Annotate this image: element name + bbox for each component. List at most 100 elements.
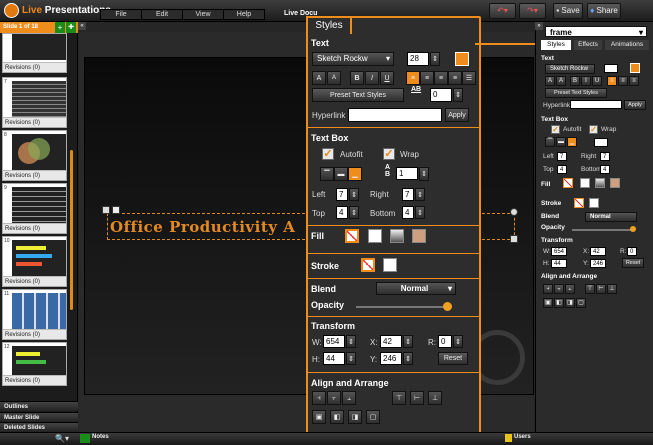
styles-panel-tab[interactable]: Styles — [306, 16, 352, 34]
selection-handle[interactable] — [102, 206, 110, 214]
rp-align-center-icon[interactable]: ⫟ — [554, 284, 564, 294]
revisions-link[interactable]: Revisions (0) — [3, 375, 66, 385]
outlines-section[interactable]: Outlines — [0, 401, 78, 411]
wrap-checkbox[interactable]: ✓ — [383, 148, 395, 160]
rp-bring-forward-icon[interactable]: ◧ — [554, 298, 564, 308]
width-input[interactable]: 654 — [323, 335, 345, 348]
collapse-left-icon[interactable]: « — [78, 22, 86, 30]
rp-send-back-icon[interactable]: ▢ — [576, 298, 586, 308]
align-bottom-icon[interactable]: ⊥ — [428, 391, 442, 405]
revisions-link[interactable]: Revisions (0) — [3, 170, 66, 180]
rp-preset-text-styles-button[interactable]: Preset Text Styles — [545, 88, 607, 98]
slide-thumbnail[interactable]: Revisions (0) — [2, 33, 67, 73]
rp-font-size-input[interactable] — [604, 64, 618, 73]
slide-options-icon[interactable]: ✚ — [66, 22, 76, 33]
rotation-stepper[interactable]: ⇕ — [453, 335, 463, 348]
font-family-select[interactable]: Sketch Rockw ▾ — [312, 52, 394, 66]
tab-effects[interactable]: Effects — [574, 40, 602, 50]
valign-bottom-button[interactable]: ▁ — [348, 167, 362, 181]
rp-wrap-checkbox[interactable]: ✓ — [589, 125, 598, 134]
slide-thumbnail[interactable]: 10 Revisions (0) — [2, 236, 67, 287]
rp-bold-button[interactable]: B — [570, 76, 580, 86]
master-slide-section[interactable]: Master Slide — [0, 412, 78, 422]
italic-button[interactable]: I — [365, 71, 379, 85]
columns-stepper[interactable]: ⇕ — [419, 167, 429, 181]
rp-bring-front-icon[interactable]: ▣ — [543, 298, 553, 308]
menu-help[interactable]: Help — [223, 9, 265, 20]
redo-button[interactable]: ↷▾ — [519, 3, 546, 19]
align-middle-icon[interactable]: ⊢ — [410, 391, 424, 405]
selection-handle[interactable] — [112, 206, 120, 214]
reset-transform-button[interactable]: Reset — [438, 352, 468, 365]
rp-stroke-color-swatch[interactable] — [589, 198, 599, 208]
add-slide-icon[interactable]: + — [55, 22, 65, 33]
tab-styles[interactable]: Styles — [541, 40, 571, 50]
preset-text-styles-button[interactable]: Preset Text Styles — [312, 88, 404, 102]
zoom-icon[interactable]: 🔍▾ — [55, 434, 69, 443]
left-margin-stepper[interactable]: ⇕ — [349, 188, 359, 201]
width-stepper[interactable]: ⇕ — [346, 335, 356, 348]
top-margin-stepper[interactable]: ⇕ — [349, 206, 359, 219]
rp-valign-middle-button[interactable]: ▬ — [556, 137, 566, 147]
rp-align-bottom-icon[interactable]: ⊥ — [607, 284, 617, 294]
users-toggle[interactable]: Users — [514, 434, 531, 440]
slide-thumbnail[interactable]: 8 Revisions (0) — [2, 130, 67, 181]
rp-shrink-font-button[interactable]: A — [556, 76, 566, 86]
rp-no-fill-swatch[interactable] — [563, 178, 573, 188]
stroke-color-swatch[interactable] — [383, 258, 397, 272]
y-stepper[interactable]: ⇕ — [403, 352, 413, 365]
bottom-margin-stepper[interactable]: ⇕ — [415, 206, 425, 219]
rp-y-input[interactable]: 246 — [590, 259, 606, 268]
x-input[interactable]: 42 — [380, 335, 402, 348]
height-input[interactable]: 44 — [323, 352, 345, 365]
menu-view[interactable]: View — [182, 9, 224, 20]
slide-thumbnail[interactable]: 12 Revisions (0) — [2, 342, 67, 386]
rp-align-right-button[interactable]: ≡ — [629, 76, 639, 86]
rp-opacity-slider[interactable] — [572, 229, 634, 231]
undo-button[interactable]: ↶▾ — [489, 3, 516, 19]
spacing-stepper[interactable]: ⇕ — [453, 88, 463, 102]
align-top-icon[interactable]: ⊤ — [392, 391, 406, 405]
rp-left-input[interactable]: 7 — [557, 152, 567, 161]
right-margin-input[interactable]: 7 — [402, 188, 414, 201]
revisions-link[interactable]: Revisions (0) — [3, 62, 66, 72]
rp-top-input[interactable]: 4 — [557, 165, 567, 174]
hyperlink-input[interactable] — [348, 108, 442, 122]
rp-underline-button[interactable]: U — [592, 76, 602, 86]
rp-no-stroke-swatch[interactable] — [574, 198, 584, 208]
image-fill-icon[interactable] — [412, 229, 426, 243]
y-input[interactable]: 246 — [380, 352, 402, 365]
gradient-fill-swatch[interactable] — [390, 229, 404, 243]
grow-font-button[interactable]: A — [312, 71, 326, 85]
font-size-input[interactable]: 28 — [407, 52, 429, 66]
rp-apply-button[interactable]: Apply — [624, 100, 646, 110]
blend-mode-select[interactable]: Normal ▾ — [376, 282, 456, 295]
send-backward-icon[interactable]: ◨ — [348, 410, 362, 424]
rp-valign-top-button[interactable]: ▔ — [545, 137, 555, 147]
character-spacing-input[interactable]: 0 — [430, 88, 452, 102]
revisions-link[interactable]: Revisions (0) — [3, 117, 66, 127]
rp-solid-fill-swatch[interactable] — [580, 178, 590, 188]
top-margin-input[interactable]: 4 — [336, 206, 348, 219]
solid-fill-swatch[interactable] — [368, 229, 382, 243]
menu-file[interactable]: File — [100, 9, 142, 20]
rp-gradient-fill-swatch[interactable] — [595, 178, 605, 188]
bold-button[interactable]: B — [350, 71, 364, 85]
rp-align-left-icon[interactable]: ⫞ — [543, 284, 553, 294]
notes-toggle[interactable]: Notes — [92, 434, 109, 440]
rp-reset-button[interactable]: Reset — [622, 258, 644, 268]
text-color-swatch[interactable] — [455, 52, 469, 66]
revisions-link[interactable]: Revisions (0) — [3, 223, 66, 233]
rp-opacity-handle[interactable] — [630, 226, 636, 232]
autofit-checkbox[interactable]: ✓ — [322, 148, 334, 160]
share-button[interactable]: ♦ Share — [587, 3, 621, 19]
align-justify-button[interactable]: ≡ — [448, 71, 462, 85]
rp-grow-font-button[interactable]: A — [545, 76, 555, 86]
send-to-back-icon[interactable]: ▢ — [366, 410, 380, 424]
deleted-slides-section[interactable]: Deleted Slides — [0, 422, 78, 432]
rotate-handle[interactable] — [510, 208, 518, 216]
align-right-edges-icon[interactable]: ⫠ — [342, 391, 356, 405]
rp-align-center-button[interactable]: ≡ — [618, 76, 628, 86]
rp-bottom-input[interactable]: 4 — [600, 165, 610, 174]
apply-hyperlink-button[interactable]: Apply — [445, 108, 469, 122]
